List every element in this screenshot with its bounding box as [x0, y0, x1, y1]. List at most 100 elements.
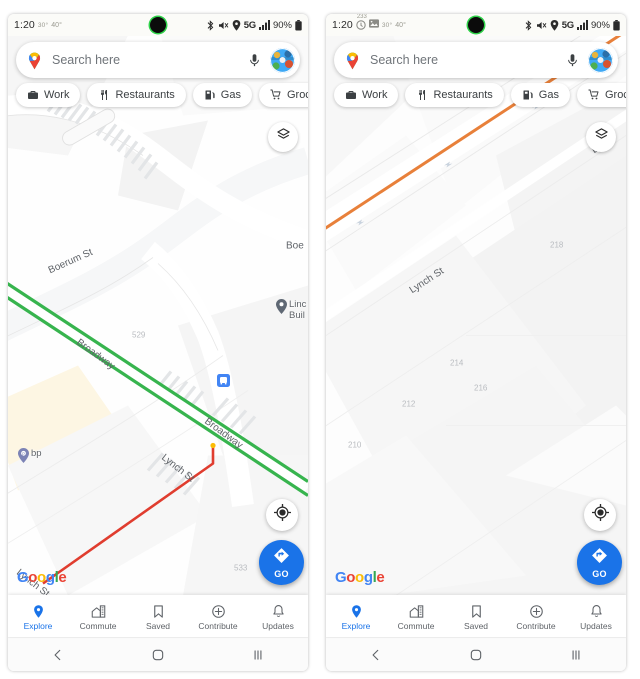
weather-icon: 30°: [381, 21, 393, 29]
transit-station-marker[interactable]: [217, 374, 230, 392]
chip-label-groceries: Groceries: [604, 89, 626, 101]
explore-pin-icon: [31, 604, 46, 619]
shopping-cart-icon: [588, 89, 600, 101]
status-bar-left: 1:20 30° 40°: [14, 19, 62, 31]
nav-item-saved[interactable]: Saved: [128, 602, 188, 631]
building-number-216: 216: [474, 384, 488, 393]
search-input[interactable]: Search here: [370, 53, 557, 67]
android-home-button[interactable]: [136, 638, 180, 672]
chip-restaurants[interactable]: Restaurants: [405, 83, 504, 107]
nav-item-contribute[interactable]: Contribute: [506, 602, 566, 631]
explore-pin-icon: [349, 604, 364, 619]
search-input[interactable]: Search here: [52, 53, 239, 67]
search-bar-container: Search here: [16, 42, 300, 78]
back-icon: [51, 648, 65, 662]
map-canvas[interactable]: Lynch St Ly 218 214 216 212 210: [326, 36, 626, 595]
bell-icon: [589, 604, 604, 619]
android-back-button[interactable]: [354, 638, 398, 672]
chip-groceries[interactable]: Groceries: [258, 83, 308, 107]
google-attribution: Google: [335, 569, 385, 586]
restaurant-icon: [98, 89, 110, 101]
my-location-button[interactable]: [584, 499, 616, 531]
nav-item-updates[interactable]: Updates: [566, 602, 626, 631]
location-icon: [550, 19, 559, 31]
google-maps-pin-icon: [343, 51, 362, 70]
map-canvas[interactable]: Boerum St Broadway Broadway Lynch St Lyn…: [8, 36, 308, 595]
plus-circle-icon: [529, 604, 544, 619]
commute-building-icon: [409, 604, 424, 619]
go-navigation-button[interactable]: GO: [577, 540, 622, 585]
restaurant-icon: [416, 89, 428, 101]
layers-icon: [594, 127, 609, 147]
chip-gas[interactable]: Gas: [510, 83, 570, 107]
map-layers-button[interactable]: [586, 122, 616, 152]
bottom-navigation-bar: Explore Commute Saved Contribute Updates: [326, 595, 626, 637]
microphone-icon[interactable]: [247, 53, 262, 68]
category-chips-row: Work Restaurants Gas Gro: [332, 83, 626, 107]
back-icon: [369, 648, 383, 662]
map-vector-layer: Boerum St Broadway Broadway Lynch St Lyn…: [8, 36, 308, 595]
chip-groceries[interactable]: Groceries: [576, 83, 626, 107]
android-home-button[interactable]: [454, 638, 498, 672]
search-bar[interactable]: Search here: [16, 42, 300, 78]
location-icon: [232, 19, 241, 31]
screenshot-icon: [368, 19, 379, 31]
chip-label-restaurants: Restaurants: [115, 89, 175, 101]
temperature-label: 40°: [395, 21, 406, 29]
user-avatar[interactable]: [270, 47, 295, 73]
nav-label-updates: Updates: [262, 620, 294, 631]
bluetooth-icon: [524, 19, 533, 31]
nav-item-explore[interactable]: Explore: [8, 602, 68, 631]
nav-item-saved[interactable]: Saved: [446, 602, 506, 631]
user-avatar[interactable]: [588, 47, 613, 73]
building-number-218: 218: [550, 241, 564, 250]
battery-icon: [613, 19, 620, 31]
gas-pump-icon: [204, 89, 216, 101]
nav-item-commute[interactable]: Commute: [386, 602, 446, 631]
phone-screenshot-right: 1:20 233 30° 40° 5G 90% Lynch St 218 214…: [326, 14, 626, 671]
android-back-button[interactable]: [36, 638, 80, 672]
signal-bars-icon: [576, 20, 588, 30]
chip-gas[interactable]: Gas: [192, 83, 252, 107]
navigation-arrow-icon: [273, 547, 290, 569]
nav-item-updates[interactable]: Updates: [248, 602, 308, 631]
bottom-navigation-bar: Explore Commute Saved Contribute Updates: [8, 595, 308, 637]
android-recents-button[interactable]: [554, 638, 598, 672]
temperature-label: 40°: [51, 21, 62, 29]
chip-work[interactable]: Work: [334, 83, 399, 107]
status-bar-right: 5G 90%: [524, 19, 620, 31]
go-navigation-button[interactable]: GO: [259, 540, 304, 585]
nav-label-saved: Saved: [145, 620, 171, 631]
nav-item-explore[interactable]: Explore: [326, 602, 386, 631]
nav-label-commute: Commute: [397, 620, 435, 631]
nav-item-commute[interactable]: Commute: [68, 602, 128, 631]
status-bar-right: 5G 90%: [206, 19, 302, 31]
chip-work[interactable]: Work: [16, 83, 81, 107]
nav-label-contribute: Contribute: [516, 620, 556, 631]
status-bar-left: 1:20 233 30° 40°: [332, 14, 406, 31]
mute-icon: [218, 20, 229, 31]
status-bar: 1:20 30° 40° 5G 90%: [8, 14, 308, 36]
my-location-button[interactable]: [266, 499, 298, 531]
search-bar-container: Search here: [334, 42, 618, 78]
commute-building-icon: [91, 604, 106, 619]
camera-punch-hole: [468, 17, 484, 33]
status-time: 1:20: [332, 19, 353, 31]
map-layers-button[interactable]: [268, 122, 298, 152]
bus-station-icon: [217, 374, 230, 392]
android-recents-button[interactable]: [236, 638, 280, 672]
nav-label-commute: Commute: [79, 620, 117, 631]
building-number-529: 529: [132, 331, 146, 340]
microphone-icon[interactable]: [565, 53, 580, 68]
dual-screenshot-stage: 1:20 30° 40° 5G 90% Boerum St Broadway B…: [0, 0, 640, 679]
recents-icon: [251, 648, 265, 662]
building-number-210: 210: [348, 441, 362, 450]
poi-bp-gas[interactable]: P bp: [18, 448, 42, 468]
poi-lincoln-building[interactable]: Linc Buil: [276, 299, 306, 321]
nav-label-contribute: Contribute: [198, 620, 238, 631]
search-bar[interactable]: Search here: [334, 42, 618, 78]
bell-icon: [271, 604, 286, 619]
nav-item-contribute[interactable]: Contribute: [188, 602, 248, 631]
chip-restaurants[interactable]: Restaurants: [87, 83, 186, 107]
battery-percent-label: 90%: [590, 19, 610, 31]
